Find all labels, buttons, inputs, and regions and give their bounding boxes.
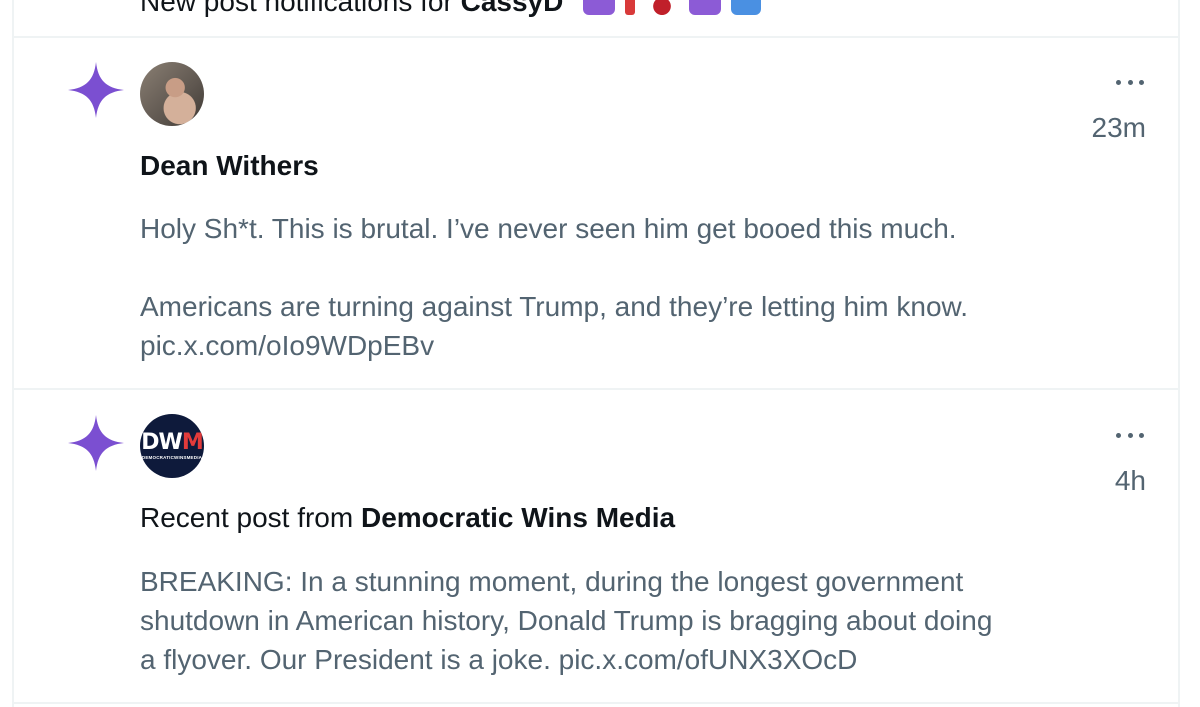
sparkle-icon xyxy=(68,62,124,118)
avatar[interactable] xyxy=(140,62,204,126)
purple-emoji-icon xyxy=(689,0,722,15)
post-line: shutdown in American history, Donald Tru… xyxy=(140,605,993,636)
blue-emoji-icon xyxy=(731,0,762,15)
sparkle-icon xyxy=(68,415,124,471)
avatar[interactable]: DWM DEMOCRATICWINSMEDIA xyxy=(140,414,204,478)
notification-item[interactable]: DWM DEMOCRATICWINSMEDIA 4h Recent post f… xyxy=(14,390,1178,704)
notification-user-name[interactable]: CassyD xyxy=(461,0,564,17)
spider-emoji-icon xyxy=(645,0,680,15)
notification-item[interactable]: 23m Dean Withers Holy Sh*t. This is brut… xyxy=(14,38,1178,390)
timestamp[interactable]: 4h xyxy=(1115,465,1146,497)
dwm-logo: DWM xyxy=(141,430,203,455)
timestamp[interactable]: 23m xyxy=(1092,112,1146,144)
more-options-icon[interactable] xyxy=(1112,423,1148,447)
notification-item[interactable]: New post notifications for CassyD xyxy=(14,0,1178,38)
name-emojis xyxy=(583,0,762,15)
recent-post-label: Recent post from Democratic Wins Media xyxy=(140,502,676,533)
post-line: a flyover. Our President is a joke. pic.… xyxy=(140,644,858,675)
post-link[interactable]: pic.x.com/oIo9WDpEBv xyxy=(140,326,1100,365)
notification-text: New post notifications for CassyD xyxy=(140,0,762,18)
post-line: Americans are turning against Trump, and… xyxy=(140,291,968,322)
post-text[interactable]: Holy Sh*t. This is brutal. I’ve never se… xyxy=(140,209,1100,365)
more-options-icon[interactable] xyxy=(1112,70,1148,94)
notifications-feed: New post notifications for CassyD 23m De… xyxy=(12,0,1180,707)
post-line: Holy Sh*t. This is brutal. I’ve never se… xyxy=(140,213,957,244)
author-name[interactable]: Democratic Wins Media xyxy=(361,502,675,533)
post-text[interactable]: BREAKING: In a stunning moment, during t… xyxy=(140,562,1100,679)
exclamation-emoji-icon xyxy=(625,0,636,15)
post-line: BREAKING: In a stunning moment, during t… xyxy=(140,566,964,597)
author-name[interactable]: Dean Withers xyxy=(140,150,319,182)
dwm-logo-subtext: DEMOCRATICWINSMEDIA xyxy=(141,455,203,460)
purple-emoji-icon xyxy=(583,0,616,15)
